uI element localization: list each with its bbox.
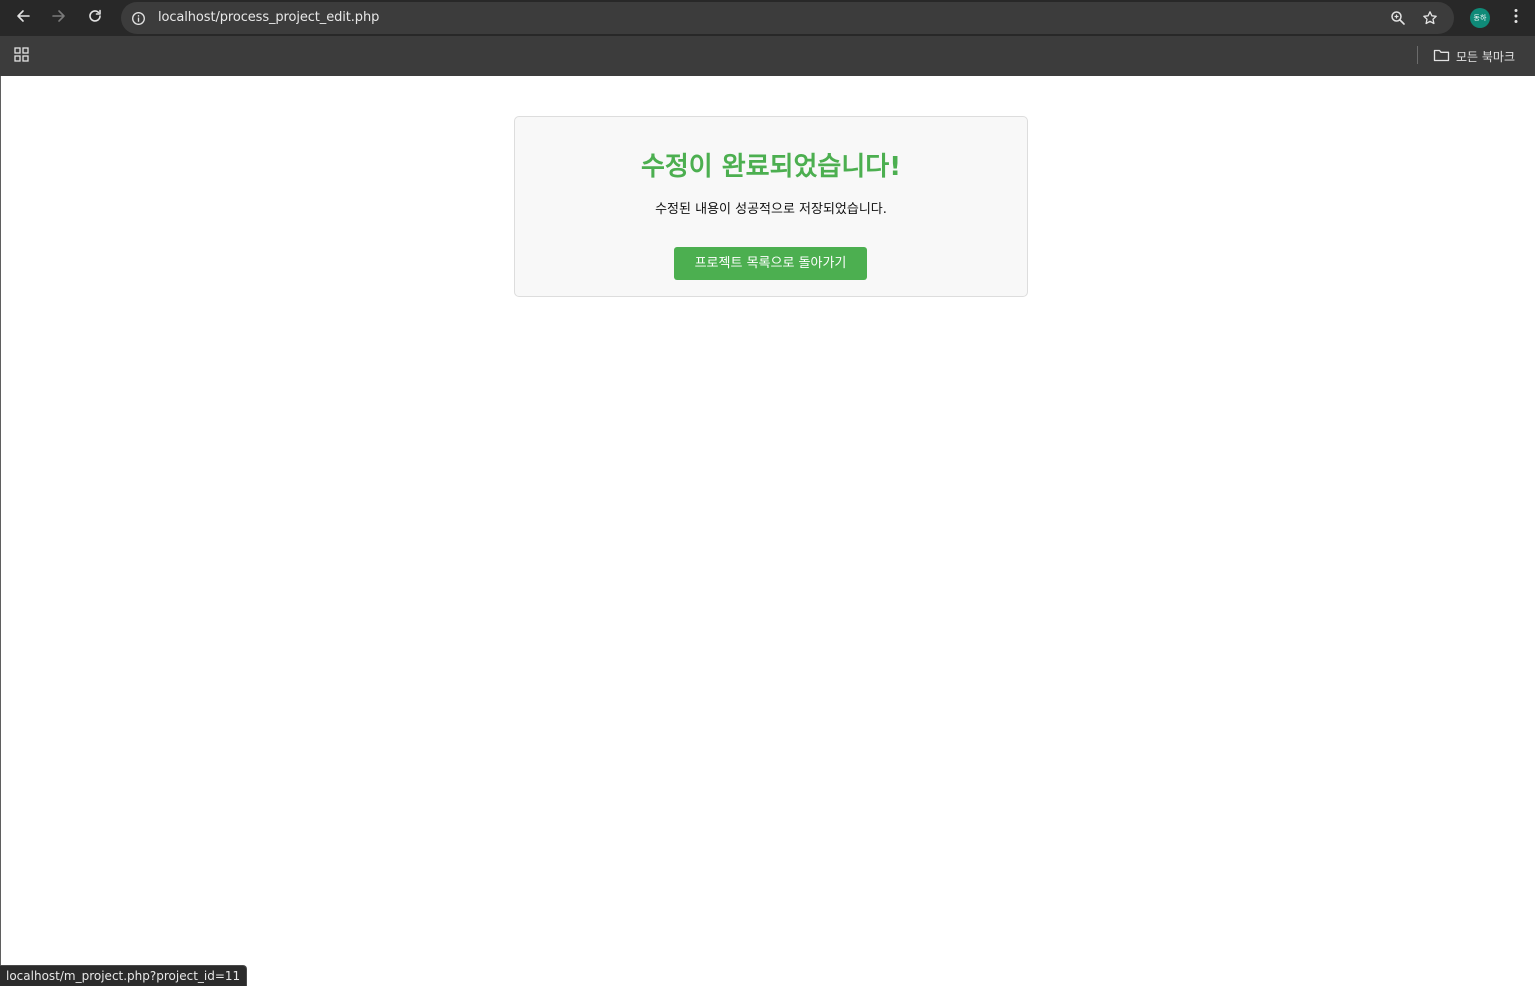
zoom-icon[interactable] bbox=[1389, 9, 1407, 27]
back-button[interactable] bbox=[11, 6, 35, 30]
url-text[interactable]: localhost/process_project_edit.php bbox=[158, 10, 379, 25]
forward-button[interactable] bbox=[47, 6, 71, 30]
arrow-left-icon bbox=[15, 8, 31, 28]
success-title: 수정이 완료되었습니다! bbox=[640, 152, 902, 182]
all-bookmarks-button[interactable]: 모든 북마크 bbox=[1433, 46, 1515, 66]
success-message: 수정된 내용이 성공적으로 저장되었습니다. bbox=[655, 202, 887, 217]
address-bar[interactable]: localhost/process_project_edit.php bbox=[121, 2, 1454, 34]
back-to-projects-button[interactable]: 프로젝트 목록으로 돌아가기 bbox=[674, 247, 867, 280]
all-bookmarks-label: 모든 북마크 bbox=[1456, 49, 1516, 64]
status-bar-link-preview: localhost/m_project.php?project_id=11 bbox=[0, 965, 248, 986]
profile-initials: 동하 bbox=[1473, 14, 1487, 22]
reload-icon bbox=[87, 8, 103, 28]
apps-grid-icon bbox=[13, 46, 29, 66]
page-viewport: 수정이 완료되었습니다! 수정된 내용이 성공적으로 저장되었습니다. 프로젝트… bbox=[0, 76, 1535, 985]
profile-avatar[interactable]: 동하 bbox=[1470, 8, 1490, 28]
arrow-right-icon bbox=[51, 8, 67, 28]
bookmark-bar: 모든 북마크 bbox=[0, 36, 1535, 76]
star-icon[interactable] bbox=[1421, 9, 1439, 27]
reload-button[interactable] bbox=[83, 6, 107, 30]
success-card: 수정이 완료되었습니다! 수정된 내용이 성공적으로 저장되었습니다. 프로젝트… bbox=[514, 116, 1028, 297]
info-icon[interactable] bbox=[130, 10, 146, 26]
browser-toolbar: localhost/process_project_edit.php 동하 bbox=[0, 0, 1535, 36]
kebab-menu-icon bbox=[1514, 8, 1518, 28]
folder-icon bbox=[1433, 47, 1450, 66]
apps-button[interactable] bbox=[12, 46, 30, 66]
bookmark-separator bbox=[1417, 46, 1418, 64]
browser-menu-button[interactable] bbox=[1506, 7, 1526, 29]
